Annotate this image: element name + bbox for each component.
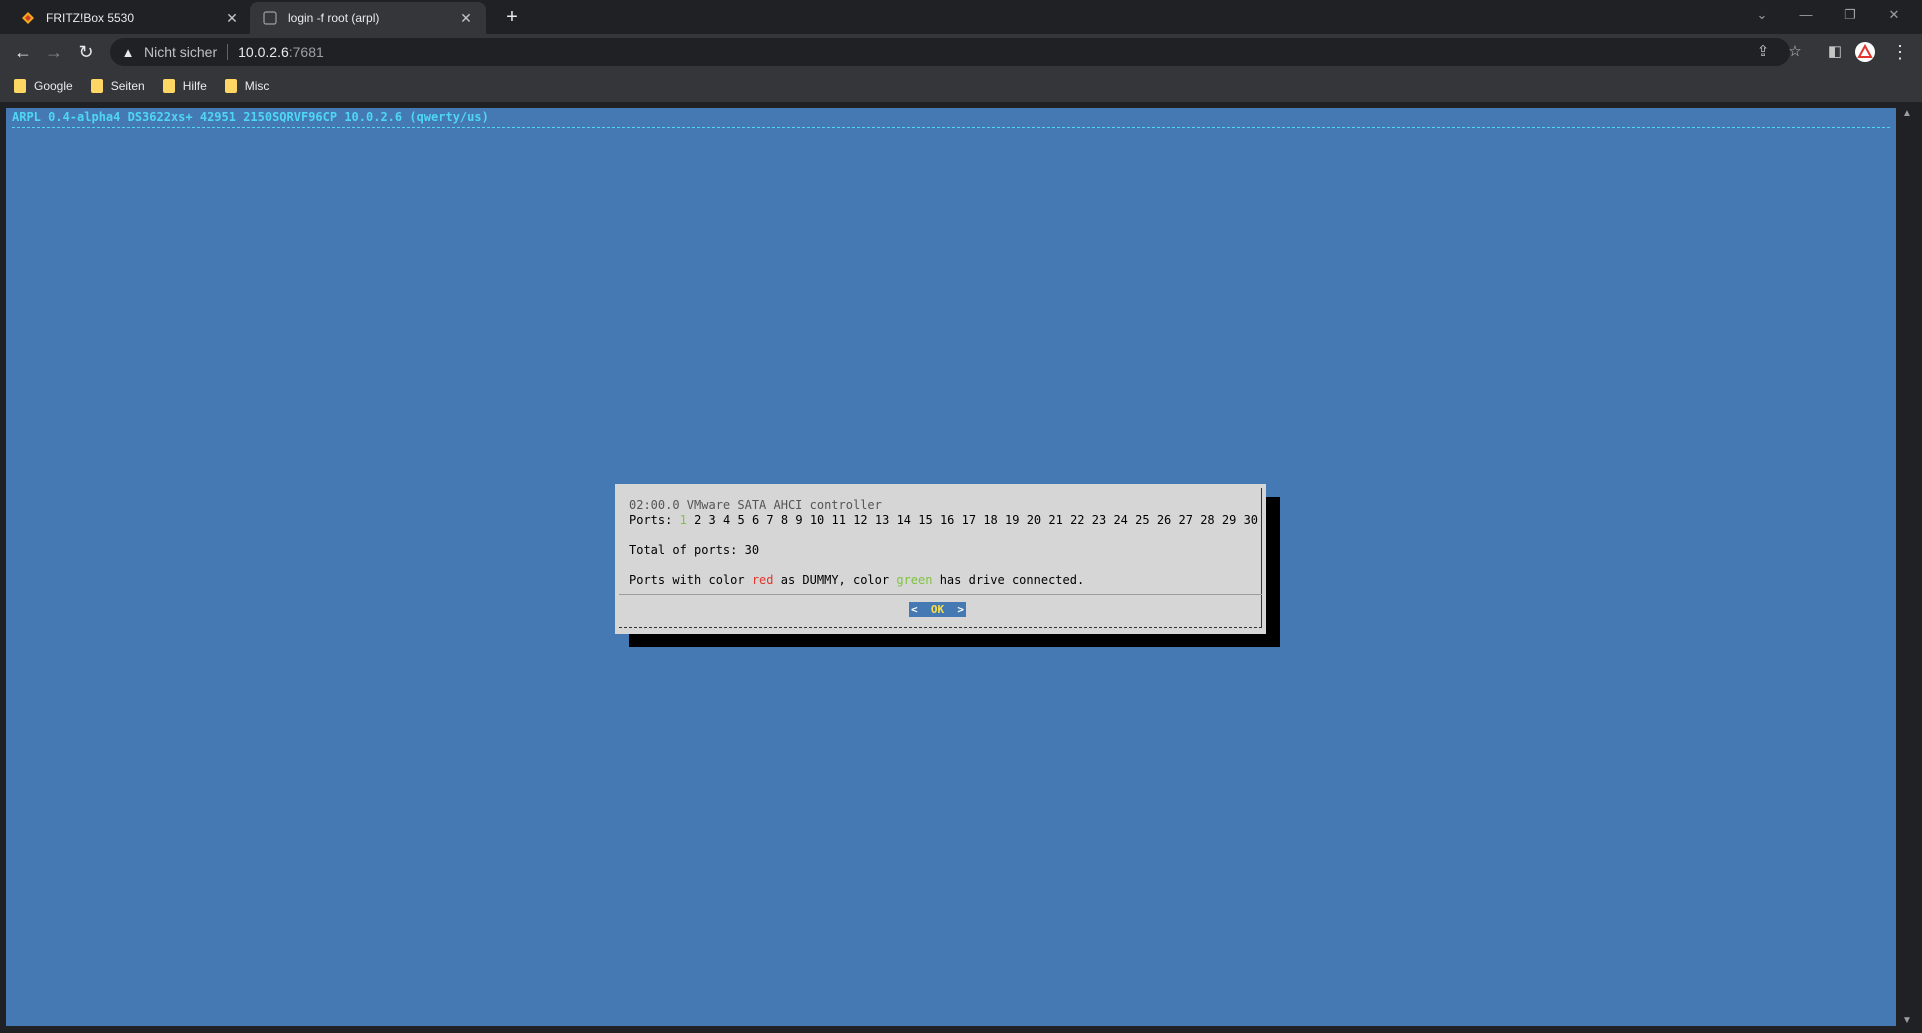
port-number: 12 xyxy=(853,513,868,527)
port-number: 17 xyxy=(961,513,977,527)
status-rule xyxy=(12,127,1890,128)
legend-red: red xyxy=(751,573,774,587)
reload-icon[interactable]: ↻ xyxy=(73,39,99,65)
port-number: 9 xyxy=(795,513,803,527)
terminal-scrollbar[interactable]: ▲ ▼ xyxy=(1898,108,1916,1026)
port-number: 19 xyxy=(1005,513,1020,527)
ok-right-bracket: > xyxy=(957,603,964,616)
bookmark-google[interactable]: Google xyxy=(14,79,73,93)
port-number: 16 xyxy=(939,513,955,527)
port-number: 3 xyxy=(708,513,716,527)
port-number: 6 xyxy=(751,513,760,527)
tab-title: FRITZ!Box 5530 xyxy=(46,11,135,25)
bookmark-label: Google xyxy=(34,79,73,93)
bookmark-label: Seiten xyxy=(110,79,145,93)
tab-fritzbox[interactable]: FRITZ!Box 5530 ✕ xyxy=(8,2,252,34)
port-number: 10 xyxy=(809,513,825,527)
color-legend: Ports with color red as DUMMY, color gre… xyxy=(629,573,1084,587)
bookmarks-bar: Google Seiten Hilfe Misc xyxy=(0,70,1922,102)
bookmark-misc[interactable]: Misc xyxy=(224,79,270,93)
url-host[interactable]: 10.0.2.6 xyxy=(238,44,289,60)
terminal-status-line: ARPL 0.4-alpha4 DS3622xs+ 42951 2150SQRV… xyxy=(12,110,489,124)
port-number: 25 xyxy=(1135,513,1150,527)
port-number: 30 xyxy=(1243,513,1259,527)
window-close-icon[interactable]: ✕ xyxy=(1872,0,1916,30)
restore-icon[interactable]: ❐ xyxy=(1828,0,1872,30)
tab-search-chevron-icon[interactable]: ⌄ xyxy=(1740,0,1784,30)
legend-mid: as DUMMY, color xyxy=(773,573,897,587)
port-number: 13 xyxy=(874,513,890,527)
port-number: 15 xyxy=(918,513,933,527)
profile-avatar[interactable] xyxy=(1855,42,1875,62)
folder-icon xyxy=(162,79,175,93)
port-number: 21 xyxy=(1048,513,1063,527)
port-number: 28 xyxy=(1200,513,1215,527)
ok-left-bracket: < xyxy=(911,603,918,616)
tab-title: login -f root (arpl) xyxy=(288,11,380,25)
folder-icon xyxy=(224,79,237,93)
port-number: 11 xyxy=(831,513,846,527)
total-ports: Total of ports: 30 xyxy=(629,543,760,557)
bookmark-star-icon[interactable]: ☆ xyxy=(1782,39,1808,65)
warning-triangle-icon[interactable]: ▲ xyxy=(120,45,136,60)
port-number: 20 xyxy=(1026,513,1042,527)
port-number: 5 xyxy=(737,513,745,527)
port-number: 8 xyxy=(780,513,789,527)
back-arrow-icon[interactable]: ← xyxy=(10,39,36,65)
ports-line: Ports: 1 2 3 4 5 6 7 8 9 10 11 12 13 14 … xyxy=(629,513,1258,527)
browser-toolbar: ← → ↻ ▲ Nicht sicher 10.0.2.6:7681 ⇪ ☆ ◧… xyxy=(0,34,1922,70)
folder-icon xyxy=(14,79,26,93)
legend-prefix: Ports with color xyxy=(629,573,752,587)
dialog-divider xyxy=(619,594,1262,595)
side-panel-icon[interactable]: ◧ xyxy=(1822,39,1848,65)
bookmark-label: Misc xyxy=(244,79,270,93)
tab-terminal[interactable]: login -f root (arpl) ✕ xyxy=(250,2,486,34)
new-tab-plus-icon[interactable]: + xyxy=(500,6,524,30)
port-number: 24 xyxy=(1113,513,1128,527)
ports-label: Ports: xyxy=(629,513,673,527)
scroll-down-arrow-icon[interactable]: ▼ xyxy=(1898,1015,1916,1026)
close-icon[interactable]: ✕ xyxy=(458,10,474,26)
port-number: 18 xyxy=(983,513,998,527)
port-number: 22 xyxy=(1070,513,1085,527)
terminal-tab-icon xyxy=(262,10,278,26)
port-number: 14 xyxy=(896,513,912,527)
share-icon[interactable]: ⇪ xyxy=(1750,39,1776,65)
close-icon[interactable]: ✕ xyxy=(224,10,240,26)
port-number: 4 xyxy=(723,513,731,527)
controller-title: 02:00.0 VMware SATA AHCI controller xyxy=(629,498,882,512)
bookmark-label: Hilfe xyxy=(182,79,207,93)
legend-green: green xyxy=(896,573,933,587)
bookmark-hilfe[interactable]: Hilfe xyxy=(162,79,207,93)
profile-logo-icon xyxy=(1857,44,1873,58)
port-number: 23 xyxy=(1091,513,1107,527)
address-bar[interactable]: ▲ Nicht sicher 10.0.2.6:7681 xyxy=(110,38,1790,66)
fritzbox-icon xyxy=(20,10,36,26)
url-port[interactable]: :7681 xyxy=(289,44,324,60)
divider xyxy=(227,44,229,60)
ok-button[interactable]: < OK > xyxy=(909,602,966,617)
legend-suffix: has drive connected. xyxy=(932,573,1085,587)
port-number: 26 xyxy=(1156,513,1172,527)
port-number: 29 xyxy=(1221,513,1237,527)
port-number: 2 xyxy=(694,513,702,527)
port-number: 7 xyxy=(766,513,774,527)
scroll-up-arrow-icon[interactable]: ▲ xyxy=(1898,108,1916,119)
bookmark-seiten[interactable]: Seiten xyxy=(90,79,145,93)
minimize-icon[interactable]: — xyxy=(1784,0,1828,30)
ports-list: 1 2 3 4 5 6 7 8 9 10 11 12 13 14 15 16 1… xyxy=(672,513,1258,527)
kebab-menu-icon[interactable]: ⋮ xyxy=(1890,39,1910,65)
security-label[interactable]: Nicht sicher xyxy=(144,44,217,60)
forward-arrow-icon[interactable]: → xyxy=(41,39,67,65)
port-number: 27 xyxy=(1178,513,1193,527)
folder-icon xyxy=(90,79,103,93)
port-number: 1 xyxy=(679,513,687,527)
ok-label: OK xyxy=(930,603,945,616)
tab-strip: FRITZ!Box 5530 ✕ login -f root (arpl) ✕ … xyxy=(0,0,1922,34)
ports-dialog: 02:00.0 VMware SATA AHCI controller Port… xyxy=(615,484,1266,634)
